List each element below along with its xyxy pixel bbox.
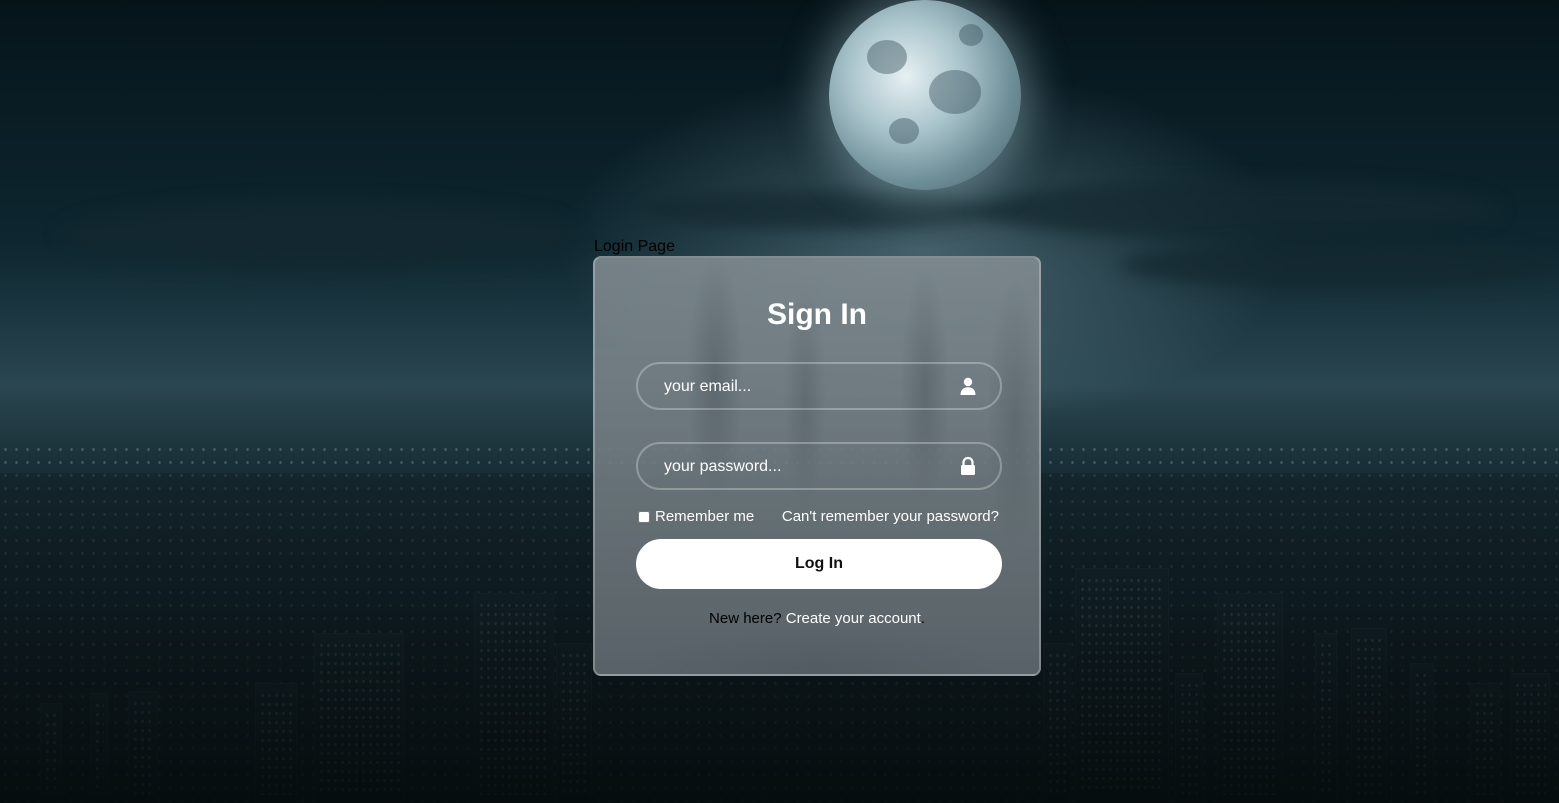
cloud bbox=[980, 180, 1500, 240]
moon-crater bbox=[867, 40, 907, 74]
cloud bbox=[1120, 240, 1559, 290]
login-card: Sign In Remember me Can't r bbox=[593, 256, 1041, 676]
background-city-night: Login Page Sign In Reme bbox=[0, 0, 1559, 803]
moon-crater bbox=[889, 118, 919, 144]
register-suffix: . bbox=[920, 610, 925, 627]
cloud bbox=[640, 190, 1000, 230]
cloud bbox=[60, 200, 580, 270]
email-field bbox=[636, 362, 1002, 410]
sign-in-heading: Sign In bbox=[767, 298, 867, 331]
page-title: Login Page bbox=[594, 238, 675, 255]
email-input[interactable] bbox=[662, 364, 946, 410]
user-icon bbox=[958, 376, 978, 396]
password-field bbox=[636, 442, 1002, 490]
create-account-link[interactable]: Create your account bbox=[786, 610, 921, 627]
moon bbox=[829, 0, 1021, 190]
lock-icon bbox=[958, 456, 978, 476]
moon-crater bbox=[929, 70, 981, 114]
remember-me-checkbox[interactable] bbox=[638, 510, 650, 523]
register-prompt: New here? Create your account. bbox=[595, 610, 1039, 627]
log-in-button[interactable]: Log In bbox=[636, 539, 1002, 589]
moon-crater bbox=[959, 24, 983, 46]
remember-me[interactable]: Remember me bbox=[636, 508, 754, 525]
forgot-password-link[interactable]: Can't remember your password? bbox=[782, 508, 999, 525]
register-prompt-text: New here? bbox=[709, 610, 782, 627]
password-input[interactable] bbox=[662, 444, 946, 490]
remember-me-label: Remember me bbox=[655, 508, 755, 525]
